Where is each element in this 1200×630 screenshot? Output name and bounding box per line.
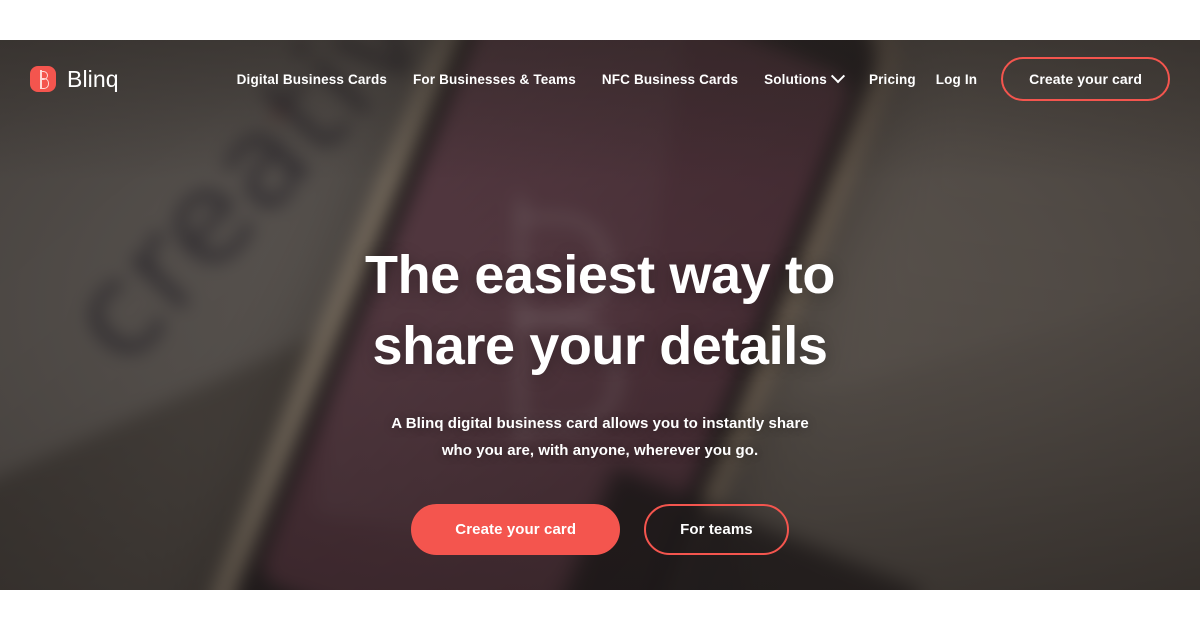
login-label: Log In xyxy=(935,71,978,87)
nav-item-label: Solutions xyxy=(764,71,827,87)
page-root: creative xyxy=(0,0,1200,630)
hero-content: The easiest way to share your details A … xyxy=(0,40,1200,590)
primary-navigation: Digital Business Cards For Businesses & … xyxy=(237,69,916,87)
hero-cta-group: Create your card For teams xyxy=(411,503,789,555)
blinq-logo-icon xyxy=(30,66,56,92)
navbar-create-your-card-button[interactable]: Create your card xyxy=(1001,57,1170,101)
hero-create-your-card-button[interactable]: Create your card xyxy=(411,503,621,555)
nav-item-label: Digital Business Cards xyxy=(236,71,387,87)
hero-subheadline-line-2: who you are, with anyone, wherever you g… xyxy=(441,442,759,460)
hero-for-teams-button[interactable]: For teams xyxy=(644,503,789,555)
hero-headline-line-1: The easiest way to xyxy=(365,245,835,305)
brand-home-link[interactable]: Blinq xyxy=(30,66,119,92)
brand-name: Blinq xyxy=(67,65,119,92)
hero-subheadline-line-1: A Blinq digital business card allows you… xyxy=(391,415,809,433)
nav-item-for-businesses-and-teams[interactable]: For Businesses & Teams xyxy=(413,72,576,87)
hero-headline: The easiest way to share your details xyxy=(250,240,950,381)
nav-item-solutions[interactable]: Solutions xyxy=(764,69,846,87)
nav-item-pricing[interactable]: Pricing xyxy=(869,72,916,87)
hero-subheadline: A Blinq digital business card allows you… xyxy=(380,411,820,464)
nav-item-nfc-business-cards[interactable]: NFC Business Cards xyxy=(602,72,738,87)
site-navbar: Blinq Digital Business Cards For Busines… xyxy=(0,40,1200,118)
nav-item-label: NFC Business Cards xyxy=(601,71,739,87)
hero-headline-line-2: share your details xyxy=(372,315,828,376)
hero-section: creative xyxy=(0,40,1200,590)
nav-item-label: Pricing xyxy=(868,71,916,87)
navbar-actions: Log In Create your card xyxy=(936,57,1170,101)
login-link[interactable]: Log In xyxy=(936,72,977,87)
nav-item-digital-business-cards[interactable]: Digital Business Cards xyxy=(237,72,387,87)
chevron-down-icon xyxy=(830,69,846,84)
nav-item-label: For Businesses & Teams xyxy=(413,71,576,87)
